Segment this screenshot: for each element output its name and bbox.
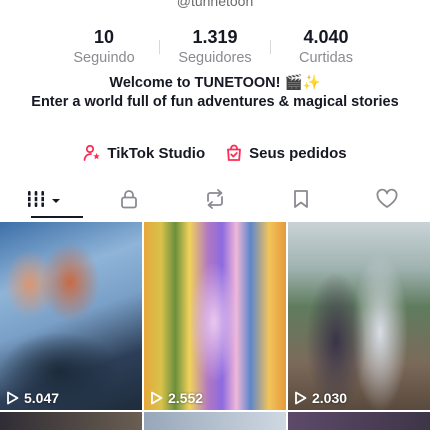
stat-followers-value: 1.319 xyxy=(192,27,238,47)
tab-favorites[interactable] xyxy=(258,182,344,220)
profile-tabs xyxy=(0,182,430,220)
stat-following-value: 10 xyxy=(93,27,115,47)
studio-label: TikTok Studio xyxy=(107,144,206,162)
bio-line-1: Welcome to TUNETOON! 🎬✨ xyxy=(109,75,321,91)
view-count: 2.552 xyxy=(150,390,203,406)
view-count-value: 2.552 xyxy=(168,390,204,406)
lock-icon xyxy=(118,188,140,215)
studio-icon xyxy=(83,144,101,162)
view-count: 5.047 xyxy=(6,390,59,406)
video-thumbnail[interactable] xyxy=(0,412,142,430)
view-count: 2.030 xyxy=(294,390,347,406)
stat-likes-value: 4.040 xyxy=(303,27,349,47)
tab-videos-grid[interactable] xyxy=(0,182,86,220)
view-count-value: 2.030 xyxy=(312,390,348,406)
profile-stats: 10 Seguindo 1.319 Seguidores 4.040 Curti… xyxy=(0,26,430,67)
chevron-down-icon xyxy=(51,192,61,210)
video-thumbnail[interactable]: 2.552 xyxy=(144,222,286,410)
video-thumbnail[interactable] xyxy=(288,412,430,430)
stat-likes[interactable]: 4.040 Curtidas xyxy=(271,26,381,67)
profile-links: TikTok Studio Seus pedidos xyxy=(0,144,430,162)
grid-icon xyxy=(25,188,47,215)
tab-liked[interactable] xyxy=(344,182,430,220)
orders-link[interactable]: Seus pedidos xyxy=(225,144,347,162)
video-thumbnail[interactable]: 2.030 xyxy=(288,222,430,410)
view-count-value: 5.047 xyxy=(24,390,60,406)
orders-label: Seus pedidos xyxy=(249,144,347,162)
bio-line-2: Enter a world full of fun adventures & m… xyxy=(31,94,399,110)
tab-reposts[interactable] xyxy=(172,182,258,220)
stat-followers-label: Seguidores xyxy=(178,50,252,66)
video-thumbnail[interactable] xyxy=(144,412,286,430)
video-thumbnail[interactable]: 5.047 xyxy=(0,222,142,410)
stat-likes-label: Curtidas xyxy=(299,50,353,66)
profile-bio: Welcome to TUNETOON! 🎬✨ Enter a world fu… xyxy=(30,74,400,112)
tab-private[interactable] xyxy=(86,182,172,220)
stat-following[interactable]: 10 Seguindo xyxy=(49,26,159,67)
stat-followers[interactable]: 1.319 Seguidores xyxy=(160,26,270,67)
play-icon xyxy=(294,391,307,405)
play-icon xyxy=(150,391,163,405)
profile-handle: @tunnetoon xyxy=(176,0,254,9)
bookmark-icon xyxy=(290,188,312,215)
stat-following-label: Seguindo xyxy=(73,50,135,66)
video-grid: 5.047 2.552 2.030 xyxy=(0,222,430,430)
tiktok-studio-link[interactable]: TikTok Studio xyxy=(83,144,205,162)
heart-icon xyxy=(375,188,399,215)
shopping-bag-icon xyxy=(225,144,243,162)
repost-icon xyxy=(203,188,227,215)
play-icon xyxy=(6,391,19,405)
